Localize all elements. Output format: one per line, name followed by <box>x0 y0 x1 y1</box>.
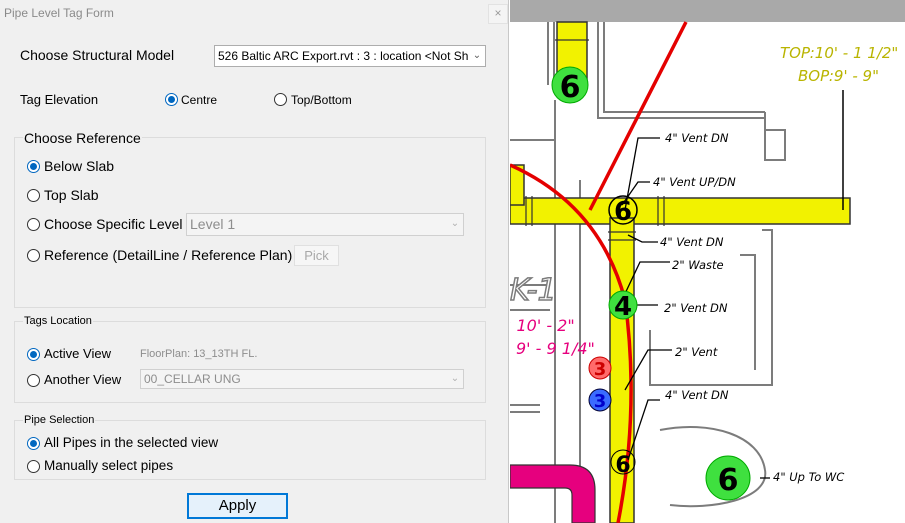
tags-location-group <box>14 321 486 403</box>
another-view-label: Another View <box>44 372 122 387</box>
manual-pipes-radio[interactable] <box>27 460 40 473</box>
chevron-down-icon: ⌄ <box>469 46 485 66</box>
tag-elevation-label: Tag Elevation <box>20 92 99 107</box>
window-title: Pipe Level Tag Form <box>4 6 114 20</box>
specific-level-value: Level 1 <box>190 216 236 232</box>
structural-model-label: Choose Structural Model <box>20 47 175 63</box>
pipe-label: 4" Up To WC <box>773 470 844 484</box>
detail-line-radio[interactable] <box>27 249 40 262</box>
detail-line-label: Reference (DetailLine / Reference Plan) <box>44 247 293 263</box>
pipe-label: 2" Vent <box>675 345 718 359</box>
tag-number: 4 <box>614 292 632 322</box>
centre-radio[interactable] <box>165 93 178 106</box>
level-annotation-top: TOP:10' - 1 1/2" <box>780 44 898 62</box>
pipe-label: 2" Waste <box>672 258 724 272</box>
title-bar: Pipe Level Tag Form × <box>0 0 509 28</box>
chevron-down-icon: ⌄ <box>447 214 463 234</box>
pick-button[interactable]: Pick <box>294 245 339 266</box>
structural-model-value: 526 Baltic ARC Export.rvt : 3 : location… <box>218 49 486 63</box>
specific-level-select[interactable]: Level 1 ⌄ <box>186 213 464 236</box>
tag-number: 6 <box>560 70 581 105</box>
tag-number: 6 <box>614 197 632 227</box>
all-pipes-label: All Pipes in the selected view <box>44 435 219 450</box>
tag-number: 3 <box>594 359 607 380</box>
structural-model-select[interactable]: 526 Baltic ARC Export.rvt : 3 : location… <box>214 45 486 67</box>
pipe-level-tag-form: Pipe Level Tag Form × Choose Structural … <box>0 0 509 523</box>
tag-number: 6 <box>718 463 739 498</box>
chevron-down-icon: ⌄ <box>447 370 463 388</box>
active-view-name: FloorPlan: 13_13TH FL. <box>140 348 258 360</box>
pink-annotation-top: : 10' - 2" <box>510 316 575 335</box>
all-pipes-radio[interactable] <box>27 437 40 450</box>
apply-button[interactable]: Apply <box>187 493 288 519</box>
active-view-label: Active View <box>44 346 111 361</box>
grid-label: K-1 <box>510 273 557 308</box>
pipe-selection-title: Pipe Selection <box>23 414 96 426</box>
pipe-label: 4" Vent DN <box>665 131 729 145</box>
tag-number: 3 <box>594 391 607 412</box>
below-slab-radio[interactable] <box>27 160 40 173</box>
another-view-radio[interactable] <box>27 374 40 387</box>
close-button[interactable]: × <box>488 4 508 24</box>
top-bottom-radio[interactable] <box>274 93 287 106</box>
top-slab-radio[interactable] <box>27 189 40 202</box>
top-bottom-label: Top/Bottom <box>291 93 352 107</box>
manual-pipes-label: Manually select pipes <box>44 458 174 473</box>
reference-group-title: Choose Reference <box>23 130 142 146</box>
specific-level-radio[interactable] <box>27 218 40 231</box>
tags-location-title: Tags Location <box>23 315 93 327</box>
another-view-select[interactable]: 00_CELLAR UNG ⌄ <box>140 369 464 389</box>
level-annotation-bottom: BOP:9' - 9" <box>798 67 879 85</box>
pipe-label: 4" Vent UP/DN <box>653 175 736 189</box>
top-slab-label: Top Slab <box>44 187 99 203</box>
specific-level-label: Choose Specific Level <box>44 216 183 232</box>
plan-drawing: 6 6 4 3 3 6 6 TOP:10' - 1 1/2" BOP:9' - … <box>510 21 905 523</box>
pink-annotation-bottom: 9' - 9 1/4" <box>516 339 595 358</box>
active-view-radio[interactable] <box>27 348 40 361</box>
drawing-viewport[interactable]: 6 6 4 3 3 6 6 TOP:10' - 1 1/2" BOP:9' - … <box>510 0 905 523</box>
centre-label: Centre <box>181 93 218 107</box>
pipe-label: 4" Vent DN <box>660 235 724 249</box>
another-view-value: 00_CELLAR UNG <box>144 372 241 386</box>
pipe-label: 4" Vent DN <box>665 388 729 402</box>
pipe-label: 2" Vent DN <box>664 301 728 315</box>
tag-number: 6 <box>615 453 630 478</box>
below-slab-label: Below Slab <box>44 158 115 174</box>
